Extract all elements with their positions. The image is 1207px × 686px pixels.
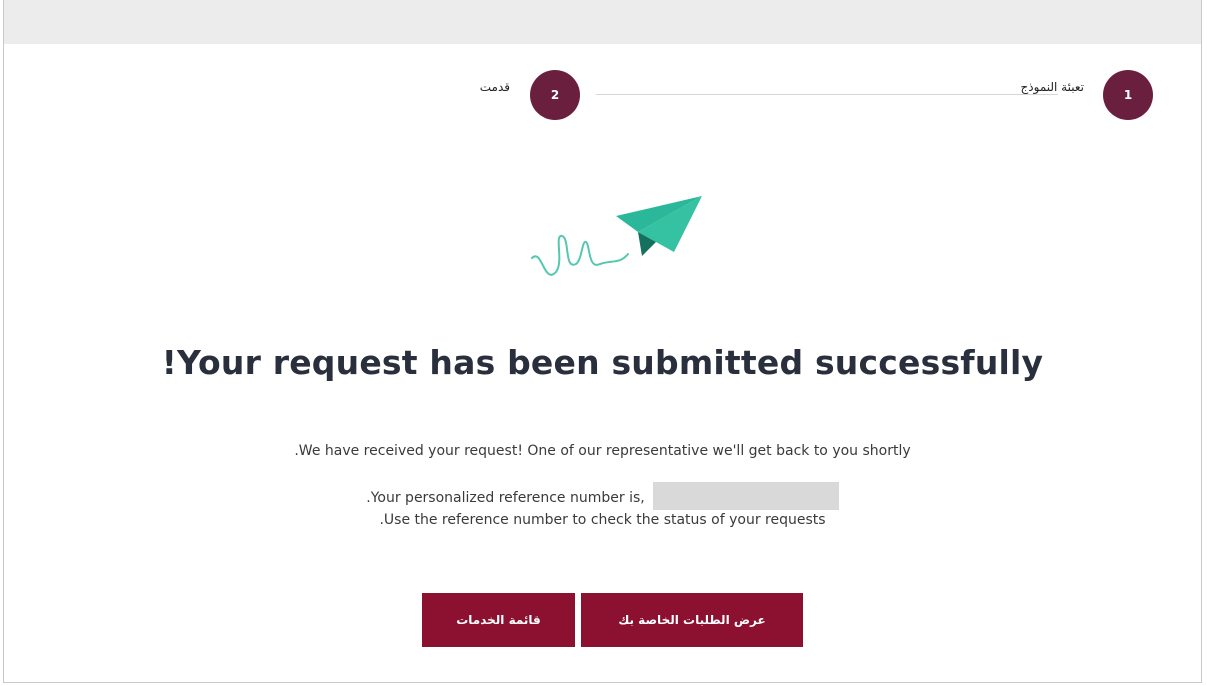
view-requests-button[interactable]: عرض الطلبات الخاصة بك [581,593,803,647]
received-message: .We have received your request! One of o… [294,443,911,459]
plane-trail [531,235,629,276]
step-1-circle: 1 [1103,70,1153,120]
reference-message: .Your personalized reference number is, [366,490,645,506]
services-list-button[interactable]: قائمة الخدمات [422,593,575,647]
success-headline: !Your request has been submitted success… [161,343,1044,382]
stepper-connector-line [596,94,1058,95]
progress-stepper: 1 تعبئة النموذج 2 قدمت [4,0,1201,130]
step-1-label: تعبئة النموذج [1020,80,1084,94]
step-2-label: قدمت [479,80,510,94]
reference-message-row: .Your personalized reference number is, [4,482,1201,512]
paper-plane-icon [531,196,702,276]
reference-number-field [652,482,839,510]
page-frame: 1 تعبئة النموذج 2 قدمت !Your request has… [3,0,1202,683]
step-2-circle: 2 [530,70,580,120]
usage-message: .Use the reference number to check the s… [379,512,826,528]
